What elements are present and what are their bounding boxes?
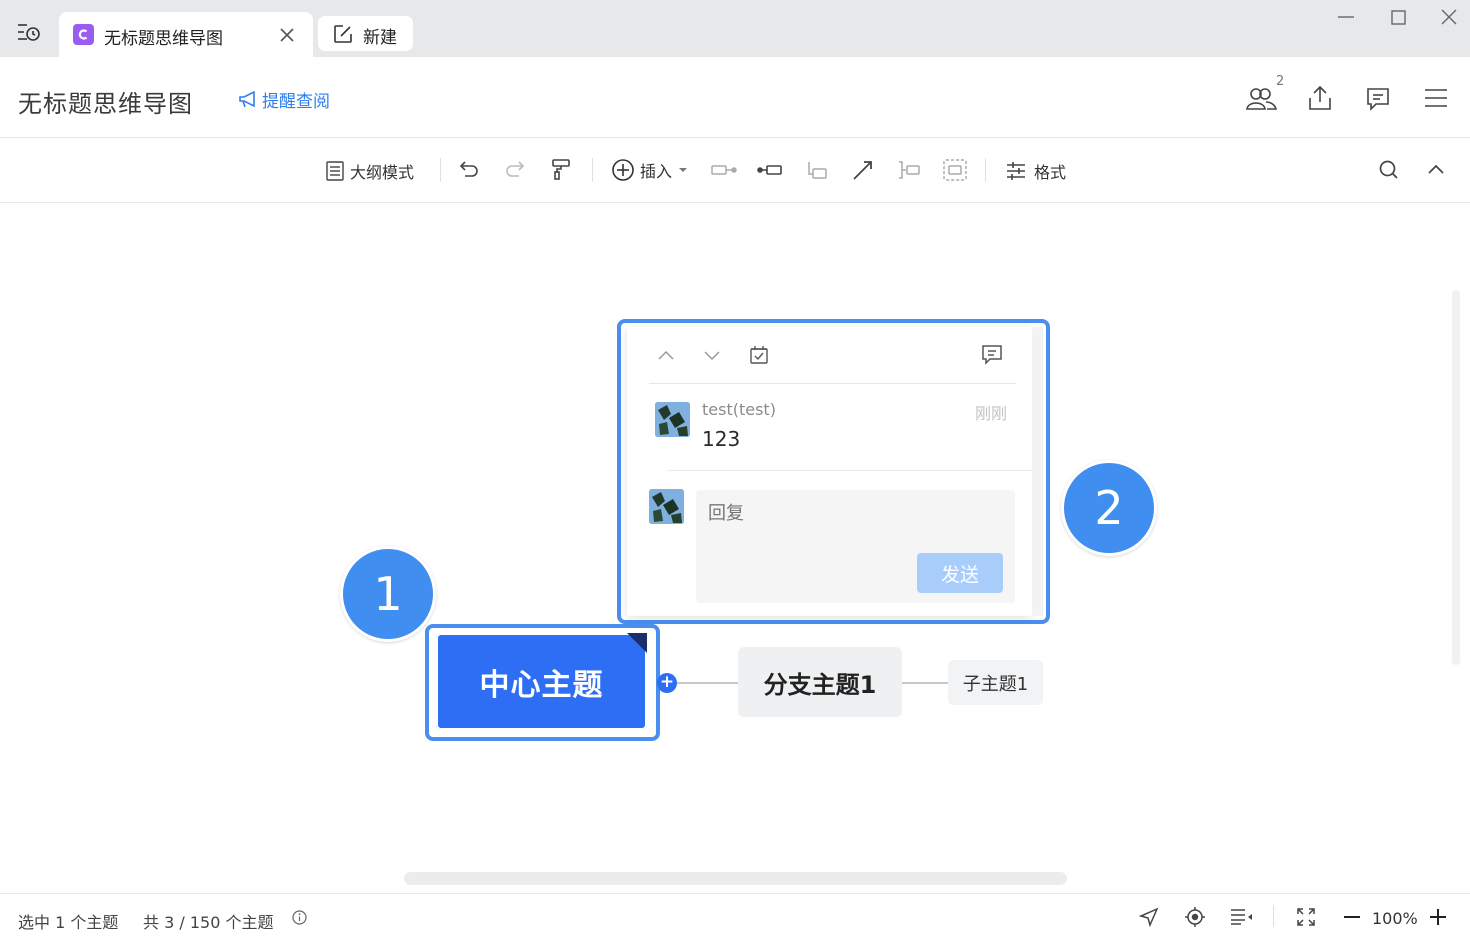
format-label: 格式 (1034, 163, 1067, 182)
add-circle-icon (612, 159, 634, 181)
comment-author: test(test) (702, 400, 776, 419)
toolbar-divider (592, 158, 593, 182)
collaborator-count: 2 (1276, 74, 1285, 89)
previous-comment-icon[interactable] (658, 350, 674, 360)
step-marker-2: 2 (1061, 460, 1157, 556)
connector-line (677, 682, 738, 684)
insert-label: 插入 (640, 162, 673, 181)
comment-popup-scrollbar[interactable] (1033, 327, 1043, 616)
search-icon[interactable] (1379, 160, 1399, 180)
zoom-in-icon[interactable] (1430, 909, 1446, 925)
mindmap-app-icon (73, 24, 94, 45)
step-marker-1: 1 (340, 546, 436, 642)
toolbar-divider (985, 158, 986, 182)
new-document-icon (333, 24, 353, 44)
info-icon[interactable] (292, 910, 307, 925)
branch-topic-label: 分支主题1 (763, 670, 877, 699)
vertical-scrollbar[interactable] (1452, 290, 1460, 665)
remind-review-label: 提醒查阅 (262, 92, 330, 112)
popup-divider (649, 383, 1016, 384)
maximize-icon[interactable] (1391, 10, 1406, 25)
outline-panel-icon[interactable] (1231, 909, 1253, 925)
comment-timestamp: 刚刚 (975, 404, 1008, 423)
comment-indicator-icon[interactable] (627, 633, 647, 653)
document-title[interactable]: 无标题思维导图 (18, 84, 193, 119)
connector-line (902, 682, 948, 684)
tab-title: 无标题思维导图 (104, 29, 223, 49)
outline-icon (326, 161, 344, 181)
outline-mode-label: 大纲模式 (350, 163, 415, 182)
format-painter-icon[interactable] (552, 159, 570, 180)
selection-status: 选中 1 个主题 (18, 913, 119, 932)
status-divider (1273, 905, 1274, 927)
comments-icon[interactable] (1366, 87, 1390, 111)
new-tab-label: 新建 (363, 28, 397, 48)
branch-topic-node[interactable]: 分支主题1 (738, 647, 902, 717)
dropdown-caret-icon (678, 167, 688, 173)
comment-text: 123 (702, 427, 741, 451)
format-button[interactable]: 格式 (1006, 159, 1066, 183)
summary-icon[interactable] (897, 160, 921, 180)
insert-child-topic-icon[interactable] (757, 164, 783, 176)
expand-node-button[interactable]: + (657, 673, 677, 693)
insert-sibling-topic-icon[interactable] (711, 164, 737, 176)
redo-icon[interactable] (505, 160, 525, 178)
horizontal-scrollbar[interactable] (404, 872, 1067, 885)
avatar (655, 402, 690, 437)
avatar (649, 489, 684, 524)
central-topic-node[interactable]: 中心主题 (436, 633, 647, 730)
central-topic-label: 中心主题 (479, 667, 604, 703)
sub-topic-node[interactable]: 子主题1 (948, 660, 1043, 705)
send-button[interactable]: 发送 (917, 553, 1003, 593)
fullscreen-icon[interactable] (1297, 908, 1315, 926)
collapse-toolbar-icon[interactable] (1428, 164, 1444, 174)
undo-icon[interactable] (459, 160, 479, 178)
sub-topic-label: 子主题1 (962, 673, 1029, 695)
remind-review-link[interactable]: 提醒查阅 (238, 87, 330, 112)
popup-divider (667, 470, 1032, 471)
close-tab-icon[interactable] (279, 27, 295, 43)
add-comment-icon[interactable] (982, 345, 1002, 365)
insert-button[interactable]: 插入 (612, 158, 688, 182)
relationship-line-icon[interactable] (852, 159, 874, 181)
resolve-comment-icon[interactable] (750, 346, 768, 364)
close-window-icon[interactable] (1441, 9, 1457, 25)
zoom-out-icon[interactable] (1344, 915, 1360, 919)
minimize-icon[interactable] (1338, 16, 1354, 20)
topic-count-status: 共 3 / 150 个主题 (143, 913, 274, 932)
share-export-icon[interactable] (1308, 85, 1332, 111)
boundary-frame-icon[interactable] (943, 159, 967, 181)
next-comment-icon[interactable] (704, 351, 720, 361)
history-menu-icon[interactable] (17, 22, 41, 44)
format-sliders-icon (1006, 161, 1026, 181)
megaphone-icon (238, 90, 258, 109)
locate-icon[interactable] (1139, 907, 1159, 927)
outline-mode-button[interactable]: 大纲模式 (326, 159, 414, 183)
zoom-level[interactable]: 100% (1372, 909, 1418, 928)
insert-parent-topic-icon[interactable] (806, 160, 828, 180)
more-menu-icon[interactable] (1425, 88, 1447, 108)
focus-center-icon[interactable] (1185, 907, 1205, 927)
toolbar-divider (440, 158, 441, 182)
reply-input[interactable] (708, 503, 998, 524)
